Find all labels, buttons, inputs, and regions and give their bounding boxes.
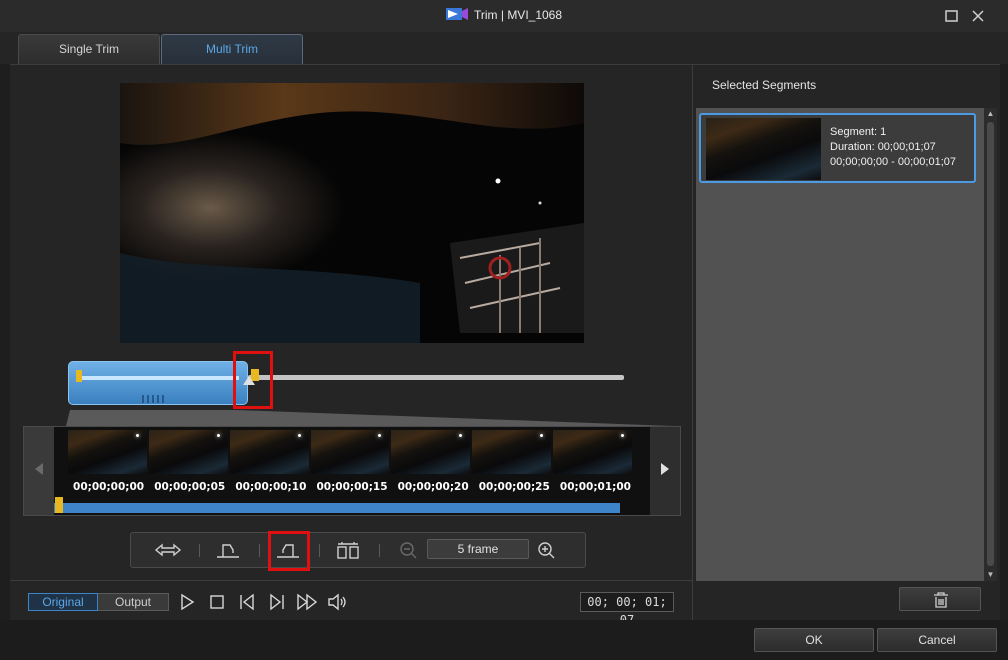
trim-editor-pane: 00;00;00;00 00;00;00;05 00;00;00;10 00;0… bbox=[10, 64, 692, 580]
scroll-thumb[interactable] bbox=[987, 122, 994, 566]
frame-thumbnail bbox=[310, 430, 390, 474]
trash-icon bbox=[934, 592, 948, 608]
detect-scenes-button[interactable] bbox=[333, 539, 363, 561]
maximize-icon bbox=[945, 10, 958, 22]
mark-in-button[interactable] bbox=[213, 539, 243, 561]
frame-thumbnail bbox=[391, 430, 471, 474]
maximize-button[interactable] bbox=[944, 8, 960, 24]
tab-multi-trim[interactable]: Multi Trim bbox=[161, 34, 303, 64]
timecode-label: 00;00;00;00 bbox=[73, 481, 145, 493]
play-button[interactable] bbox=[176, 591, 198, 613]
delete-segment-button[interactable] bbox=[899, 587, 981, 611]
close-icon bbox=[972, 10, 984, 22]
filmstrip[interactable]: 00;00;00;00 00;00;00;05 00;00;00;10 00;0… bbox=[54, 427, 650, 515]
grip-icon bbox=[142, 395, 164, 403]
fast-forward-icon bbox=[297, 593, 318, 611]
trim-track[interactable] bbox=[248, 375, 624, 380]
highlight-box bbox=[233, 351, 273, 409]
ok-button[interactable]: OK bbox=[754, 628, 874, 652]
highlight-box bbox=[268, 531, 310, 571]
filmstrip-prev-button[interactable] bbox=[24, 427, 54, 515]
window-title-text: Trim | MVI_1068 bbox=[473, 8, 563, 22]
frame-thumbnail bbox=[148, 430, 228, 474]
toolbar-divider bbox=[319, 544, 320, 557]
zoom-in-button[interactable] bbox=[531, 539, 561, 561]
tab-bar: Single Trim Multi Trim bbox=[0, 32, 1008, 64]
arrow-right-icon bbox=[661, 463, 669, 475]
tab-single-trim[interactable]: Single Trim bbox=[18, 34, 160, 64]
video-preview bbox=[120, 83, 584, 343]
segment-start-marker[interactable] bbox=[55, 497, 63, 513]
filmstrip-area: 00;00;00;00 00;00;00;05 00;00;00;10 00;0… bbox=[23, 426, 681, 516]
original-toggle-button[interactable]: Original bbox=[28, 593, 98, 611]
timecode-label: 00;00;00;15 bbox=[316, 481, 388, 493]
cancel-button[interactable]: Cancel bbox=[877, 628, 997, 652]
frame-thumbnail bbox=[553, 430, 633, 474]
segment-details: Segment: 1 Duration: 00;00;01;07 00;00;0… bbox=[830, 125, 956, 170]
filmstrip-timecodes: 00;00;00;00 00;00;00;05 00;00;00;10 00;0… bbox=[68, 481, 636, 493]
segment-bar[interactable] bbox=[54, 503, 620, 513]
volume-button[interactable] bbox=[326, 591, 348, 613]
window-title: Trim | MVI_1068 bbox=[0, 7, 1008, 22]
timecode-label: 00;00;00;05 bbox=[154, 481, 226, 493]
segment-range: 00;00;00;00 - 00;00;01;07 bbox=[830, 156, 956, 168]
toolbar-divider bbox=[259, 544, 260, 557]
toolbar-divider bbox=[199, 544, 200, 557]
previous-frame-icon bbox=[240, 593, 254, 611]
timecode-label: 00;00;00;10 bbox=[235, 481, 307, 493]
timecode-label: 00;00;01;00 bbox=[559, 481, 631, 493]
segment-list-scrollbar[interactable]: ▲ ▼ bbox=[984, 108, 997, 581]
zoom-level-field[interactable]: 5 frame bbox=[427, 539, 529, 559]
swap-mark-button[interactable] bbox=[153, 539, 183, 561]
trim-range-window[interactable] bbox=[68, 361, 248, 405]
next-frame-button[interactable] bbox=[266, 591, 288, 613]
frame-thumbnail bbox=[229, 430, 309, 474]
close-button[interactable] bbox=[970, 8, 986, 24]
preview-image bbox=[120, 83, 584, 343]
selected-segments-title: Selected Segments bbox=[712, 78, 817, 92]
mark-in-handle[interactable] bbox=[76, 370, 82, 382]
previous-frame-button[interactable] bbox=[236, 591, 258, 613]
fast-forward-button[interactable] bbox=[296, 591, 318, 613]
zoom-out-icon bbox=[400, 542, 417, 559]
filmstrip-frames bbox=[68, 430, 634, 474]
volume-icon bbox=[328, 593, 346, 611]
app-logo-icon bbox=[445, 8, 468, 20]
dialog-footer: OK Cancel bbox=[0, 620, 1008, 660]
view-toggle: Original Output bbox=[28, 593, 169, 611]
trim-range-bar bbox=[79, 376, 239, 380]
segment-thumbnail bbox=[706, 118, 821, 180]
play-icon bbox=[181, 593, 195, 611]
scroll-down-icon[interactable]: ▼ bbox=[984, 569, 997, 581]
zoom-in-icon bbox=[538, 542, 555, 559]
arrow-left-icon bbox=[35, 463, 43, 475]
swap-arrows-icon bbox=[154, 543, 182, 557]
segment-number: Segment: 1 bbox=[830, 126, 887, 138]
frame-thumbnail bbox=[472, 430, 552, 474]
mark-in-icon bbox=[217, 544, 239, 558]
playback-bar: Original Output 00; 00; 01; 07 bbox=[10, 580, 692, 627]
trim-toolbar: 5 frame bbox=[130, 532, 586, 568]
title-bar: Trim | MVI_1068 bbox=[0, 0, 1008, 32]
segment-duration: Duration: 00;00;01;07 bbox=[830, 141, 936, 153]
timecode-label: 00;00;00;20 bbox=[397, 481, 469, 493]
timecode-label: 00;00;00;25 bbox=[478, 481, 550, 493]
stop-button[interactable] bbox=[206, 591, 228, 613]
segment-list: Segment: 1 Duration: 00;00;01;07 00;00;0… bbox=[696, 108, 997, 581]
zoom-funnel bbox=[66, 410, 674, 426]
current-time-display[interactable]: 00; 00; 01; 07 bbox=[580, 592, 674, 627]
toolbar-divider bbox=[379, 544, 380, 557]
zoom-out-button[interactable] bbox=[393, 539, 423, 561]
output-toggle-button[interactable]: Output bbox=[98, 594, 168, 610]
frame-thumbnail bbox=[68, 430, 147, 474]
filmstrip-next-button[interactable] bbox=[650, 427, 680, 515]
next-frame-icon bbox=[270, 593, 284, 611]
scroll-up-icon[interactable]: ▲ bbox=[984, 108, 997, 120]
selected-segments-pane: Selected Segments Segment: 1 Duration: 0… bbox=[692, 64, 1000, 620]
scene-detect-icon bbox=[337, 542, 359, 559]
segment-item[interactable]: Segment: 1 Duration: 00;00;01;07 00;00;0… bbox=[699, 113, 976, 183]
stop-icon bbox=[210, 595, 224, 609]
